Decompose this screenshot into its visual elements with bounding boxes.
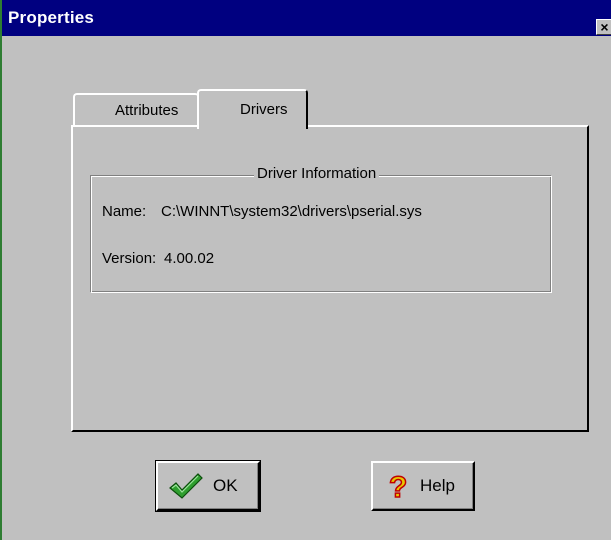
question-mark-icon: ? [387, 470, 411, 508]
tab-attributes[interactable]: Attributes [73, 93, 199, 125]
tab-attributes-label: Attributes [115, 102, 179, 119]
version-label: Version: [102, 250, 157, 267]
driver-information-group: Driver Information Name: C:\WINNT\system… [90, 165, 552, 293]
close-button[interactable]: × [596, 19, 611, 35]
name-label: Name: [102, 203, 147, 220]
checkmark-icon [168, 471, 204, 506]
name-value: C:\WINNT\system32\drivers\pserial.sys [161, 203, 422, 220]
title-bar[interactable]: Properties × [2, 0, 611, 36]
help-button[interactable]: ? Help [371, 461, 475, 511]
tab-drivers-label: Drivers [240, 101, 288, 118]
version-value: 4.00.02 [164, 250, 215, 267]
tab-drivers[interactable]: Drivers [197, 89, 308, 129]
help-button-label: Help [420, 476, 455, 495]
close-icon: × [600, 19, 609, 35]
svg-text:?: ? [389, 471, 407, 503]
window-title: Properties [8, 8, 95, 27]
properties-dialog: Properties × Attributes Drivers Driver I… [0, 0, 611, 540]
ok-button[interactable]: OK [155, 460, 261, 512]
group-title: Driver Information [254, 165, 380, 182]
ok-button-label: OK [213, 476, 238, 495]
